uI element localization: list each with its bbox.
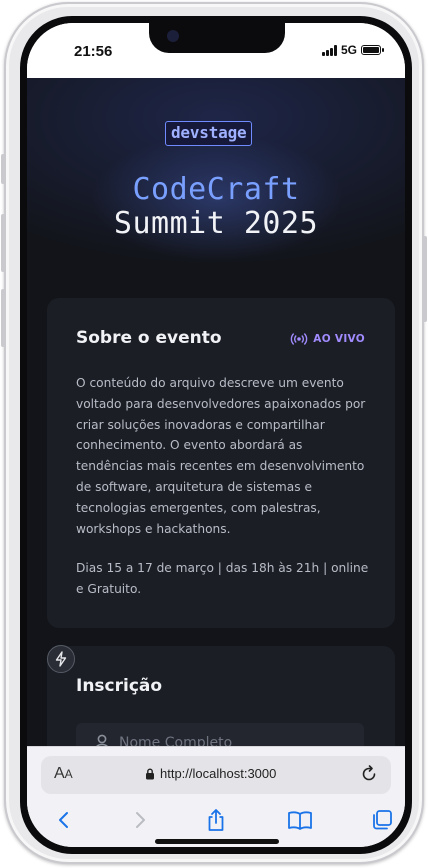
signup-title: Inscrição: [76, 676, 163, 696]
bookmarks-icon: [288, 811, 312, 830]
notch: [149, 23, 285, 53]
front-camera: [167, 30, 179, 42]
hero-title-line2: Summit 2025: [113, 206, 319, 241]
url-display[interactable]: http://localhost:3000: [145, 766, 276, 781]
about-details: Dias 15 a 17 de março | das 18h às 21h |…: [76, 561, 369, 596]
lightning-icon: [55, 651, 67, 667]
forward-icon: [136, 812, 145, 828]
mute-switch: [1, 154, 5, 184]
browser-toolbar: [27, 805, 405, 835]
volume-down-button: [1, 289, 5, 347]
power-button: [423, 236, 427, 322]
lock-icon: [146, 768, 154, 779]
about-title: Sobre o evento: [76, 328, 222, 348]
back-button[interactable]: [49, 805, 79, 835]
tabs-icon: [373, 810, 392, 830]
back-icon: [59, 812, 68, 828]
phone-bezel: 21:56 5G devstage CodeCraft Summit 2025: [20, 16, 412, 854]
bookmarks-button[interactable]: [285, 805, 315, 835]
live-badge: AO VIVO: [290, 333, 365, 345]
about-card: Sobre o evento AO VIVO O conteúdo do arq…: [47, 298, 395, 628]
broadcast-icon: [291, 333, 308, 345]
share-button[interactable]: [201, 805, 231, 835]
network-type: 5G: [340, 43, 357, 57]
address-bar[interactable]: AA http://localhost:3000: [41, 756, 391, 794]
signup-card: Inscrição Nome Completo: [47, 646, 395, 746]
reload-button[interactable]: [359, 764, 379, 788]
tabs-button[interactable]: [367, 805, 397, 835]
user-icon: [96, 734, 108, 746]
volume-up-button: [1, 214, 5, 272]
live-badge-label: AO VIVO: [313, 333, 365, 345]
url-text: http://localhost:3000: [160, 766, 277, 781]
forward-button[interactable]: [125, 805, 155, 835]
signal-icon: [321, 44, 337, 56]
web-content[interactable]: devstage CodeCraft Summit 2025 Sobre o e…: [27, 78, 405, 746]
phone-frame: 21:56 5G devstage CodeCraft Summit 2025: [1, 2, 427, 864]
status-bar: 21:56 5G: [27, 23, 405, 75]
reload-icon: [362, 765, 376, 781]
lightning-button[interactable]: [47, 645, 75, 673]
battery-icon: [361, 45, 384, 55]
share-icon: [208, 809, 224, 831]
home-indicator[interactable]: [155, 839, 279, 844]
about-description: O conteúdo do arquivo descreve um evento…: [76, 376, 366, 536]
text-size-button[interactable]: AA: [54, 765, 73, 783]
status-time: 21:56: [74, 43, 113, 60]
name-field-placeholder: Nome Completo: [119, 735, 233, 746]
devstage-logo: devstage: [165, 121, 253, 146]
name-field[interactable]: Nome Completo: [76, 723, 364, 746]
status-indicators: 5G: [321, 43, 384, 57]
phone-screen: 21:56 5G devstage CodeCraft Summit 2025: [27, 23, 405, 847]
hero-title-line1: CodeCraft: [132, 172, 300, 207]
browser-chrome: AA http://localhost:3000: [27, 746, 405, 847]
